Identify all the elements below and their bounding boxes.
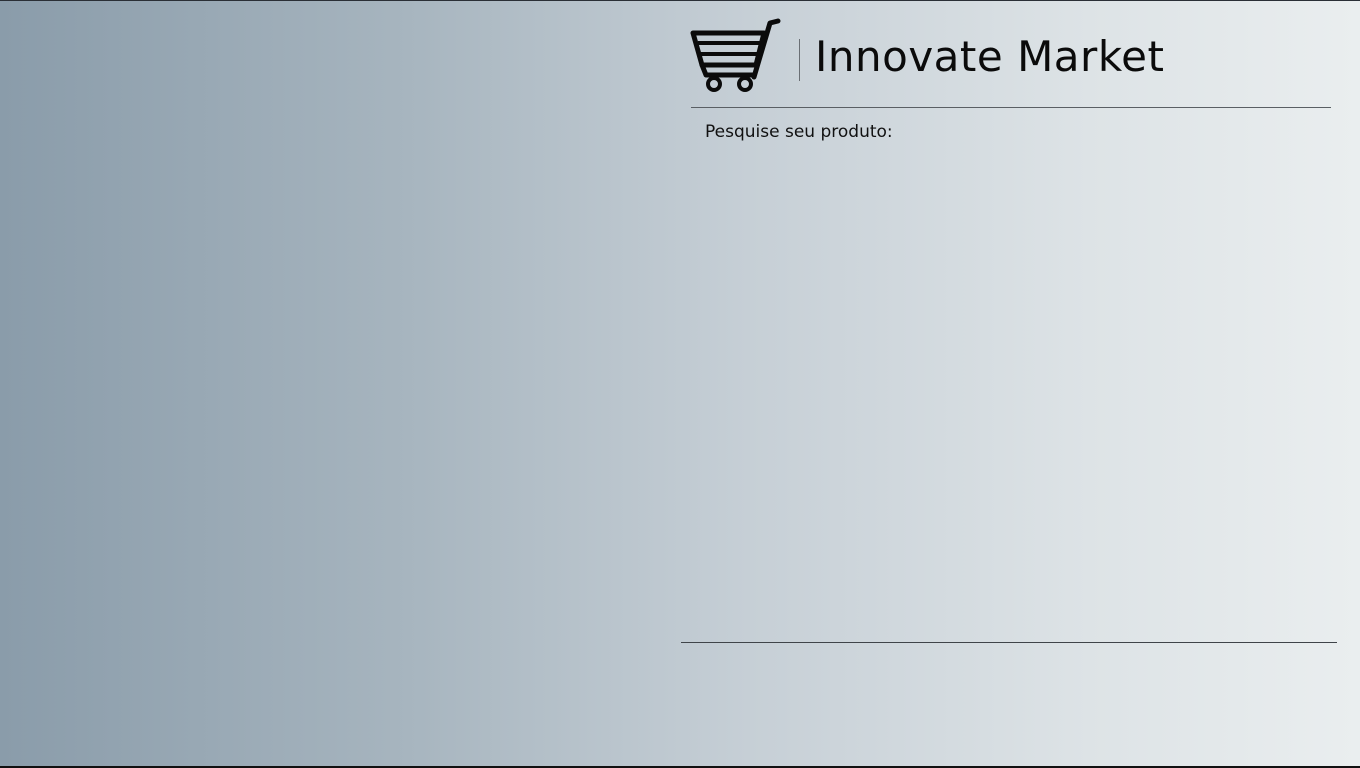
search-label: Pesquise seu produto: <box>705 122 893 142</box>
shopping-cart-icon <box>690 18 781 92</box>
page-background: Innovate Market Pesquise seu produto: <box>0 0 1360 768</box>
content-bottom-rule <box>681 642 1337 643</box>
site-header: Innovate Market <box>690 17 1330 95</box>
header-rule <box>691 107 1331 108</box>
site-title: Innovate Market <box>815 32 1165 81</box>
header-divider <box>799 39 800 81</box>
